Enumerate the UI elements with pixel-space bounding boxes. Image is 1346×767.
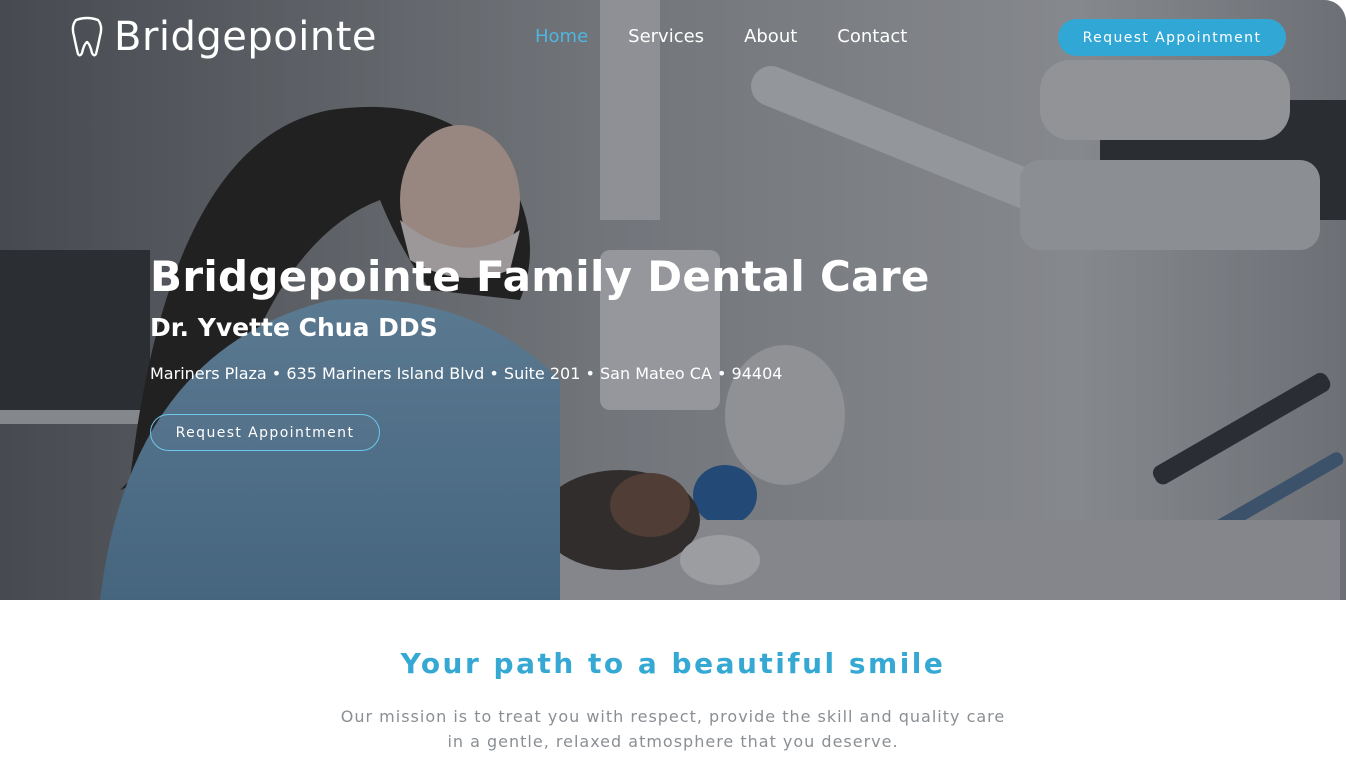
hero-title: Bridgepointe Family Dental Care xyxy=(150,252,930,301)
nav-contact[interactable]: Contact xyxy=(837,26,907,47)
nav-services[interactable]: Services xyxy=(628,26,704,47)
practice-address: Mariners Plaza • 635 Mariners Island Blv… xyxy=(150,364,783,383)
request-appointment-header-button[interactable]: Request Appointment xyxy=(1058,19,1286,56)
nav-about[interactable]: About xyxy=(744,26,797,47)
mission-text-line-1: Our mission is to treat you with respect… xyxy=(340,707,1006,726)
request-appointment-hero-button[interactable]: Request Appointment xyxy=(150,414,380,451)
brand-name: Bridgepointe xyxy=(114,14,378,60)
nav-home[interactable]: Home xyxy=(535,26,588,47)
main-nav: Home Services About Contact xyxy=(535,26,907,47)
site-logo[interactable]: Bridgepointe xyxy=(70,14,377,60)
mission-heading: Your path to a beautiful smile xyxy=(400,647,946,680)
hero-section: Bridgepointe Home Services About Contact… xyxy=(0,0,1346,600)
mission-text-line-2: in a gentle, relaxed atmosphere that you… xyxy=(447,732,899,751)
hero-subtitle: Dr. Yvette Chua DDS xyxy=(150,313,438,342)
mission-section: Your path to a beautiful smile Our missi… xyxy=(0,600,1346,767)
tooth-icon xyxy=(71,16,103,57)
